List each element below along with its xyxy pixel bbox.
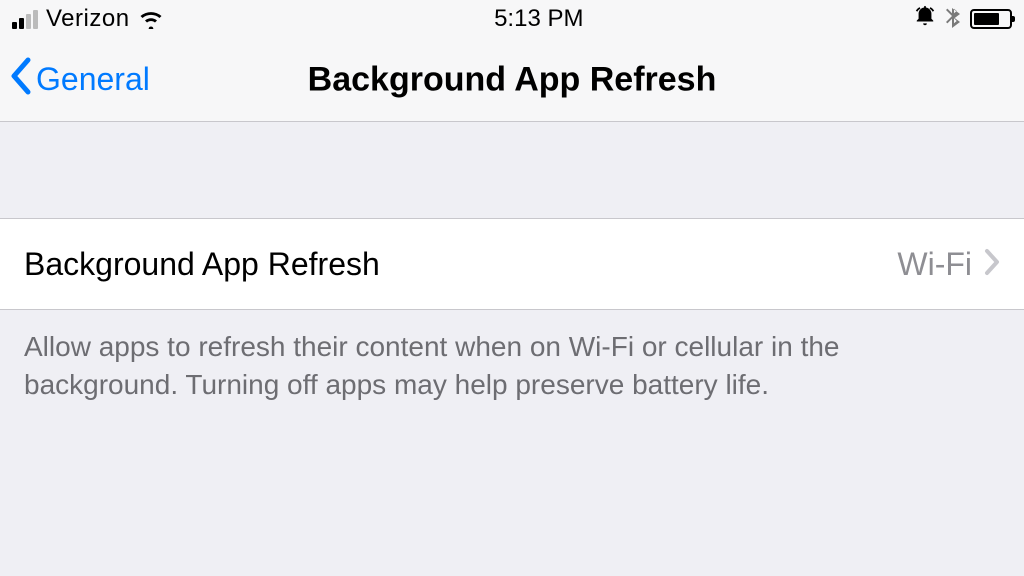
navigation-bar: General Background App Refresh xyxy=(0,38,1024,122)
status-left: Verizon xyxy=(12,5,164,33)
status-right xyxy=(914,4,1012,35)
alarm-icon xyxy=(914,5,936,34)
carrier-label: Verizon xyxy=(46,5,130,33)
battery-fill xyxy=(974,13,1000,25)
cellular-signal-icon xyxy=(12,9,38,29)
clock-time: 5:13 PM xyxy=(494,5,583,33)
wifi-icon xyxy=(138,9,164,29)
section-spacer xyxy=(0,122,1024,218)
bluetooth-icon xyxy=(946,4,960,35)
status-bar: Verizon 5:13 PM xyxy=(0,0,1024,38)
page-title: Background App Refresh xyxy=(308,60,717,99)
chevron-left-icon xyxy=(8,57,32,103)
row-right: Wi-Fi xyxy=(897,246,1000,283)
battery-icon xyxy=(970,9,1012,29)
back-button[interactable]: General xyxy=(0,57,150,103)
row-label: Background App Refresh xyxy=(24,246,380,283)
background-refresh-row[interactable]: Background App Refresh Wi-Fi xyxy=(0,218,1024,310)
section-footer: Allow apps to refresh their content when… xyxy=(0,310,1024,422)
chevron-right-icon xyxy=(984,248,1000,281)
back-label: General xyxy=(36,61,150,98)
row-value: Wi-Fi xyxy=(897,246,972,283)
